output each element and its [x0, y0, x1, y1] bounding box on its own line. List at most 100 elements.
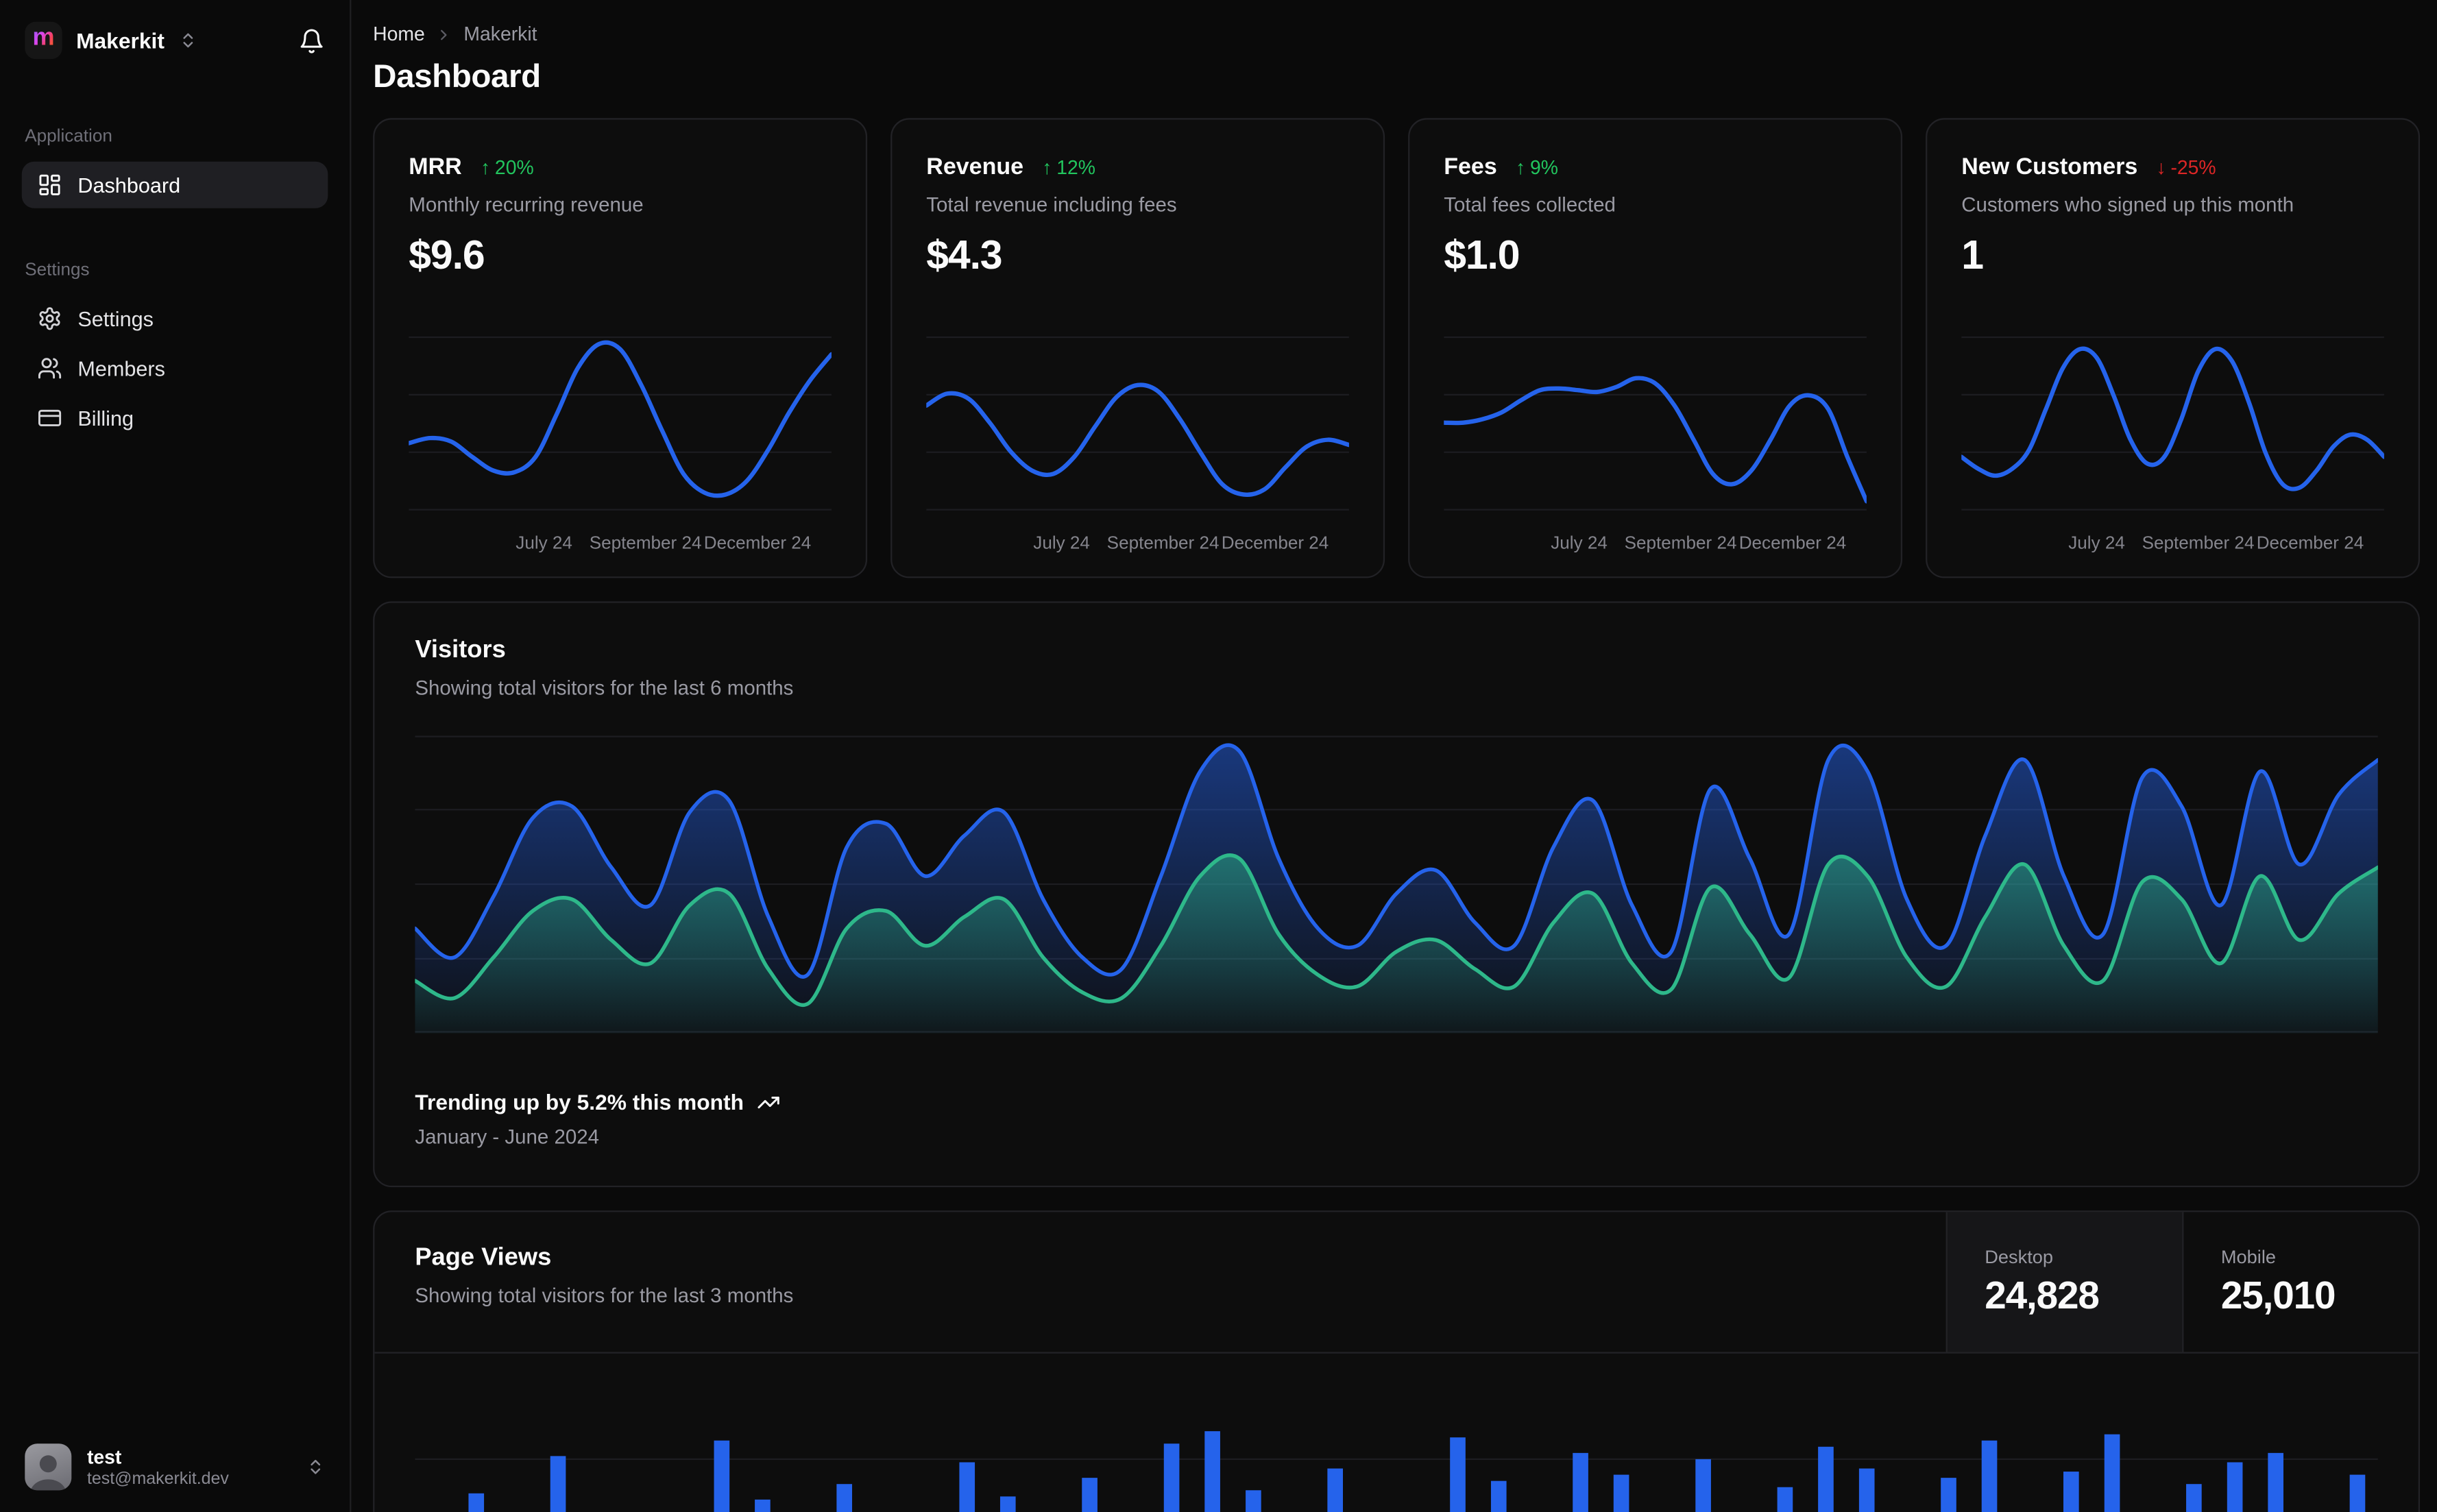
- breadcrumb-home[interactable]: Home: [373, 23, 425, 45]
- metric-value: $4.3: [926, 231, 1002, 278]
- x-tick: July 24: [516, 534, 572, 554]
- trend-up-icon: ↑: [1516, 156, 1526, 178]
- sidebar-item-dashboard[interactable]: Dashboard: [21, 161, 328, 208]
- user-menu[interactable]: test test@makerkit.dev: [25, 1443, 325, 1491]
- chevrons-up-down-icon: [178, 31, 197, 49]
- mobile-value: 25,010: [2220, 1273, 2336, 1317]
- visitors-card: Visitors Showing total visitors for the …: [373, 601, 2421, 1188]
- user-name: test: [86, 1446, 122, 1468]
- sidebar-item-label: Billing: [77, 406, 134, 430]
- x-tick: December 24: [2256, 534, 2364, 554]
- user-meta: test test@makerkit.dev: [87, 1446, 229, 1488]
- x-axis-ticks: July 24 September 24 December 24: [409, 535, 832, 558]
- metric-title: Fees: [1444, 154, 1497, 180]
- breadcrumb-current: Makerkit: [463, 23, 537, 45]
- metric-value: $9.6: [409, 231, 485, 278]
- trend-value: 20%: [494, 156, 534, 178]
- trend-value: 9%: [1529, 156, 1558, 178]
- trend-up-icon: ↑: [1042, 156, 1052, 178]
- page-views-bar-chart: [415, 1354, 2378, 1512]
- trend-badge: ↑ 12%: [1042, 156, 1095, 178]
- trending-up-icon: [756, 1090, 779, 1113]
- trend-badge: ↓ -25%: [2156, 156, 2216, 178]
- x-tick: September 24: [1624, 534, 1737, 554]
- metric-description: Monthly recurring revenue: [409, 193, 644, 217]
- breadcrumb: Home Makerkit: [373, 23, 2420, 45]
- metric-title: MRR: [409, 154, 462, 180]
- dashboard-app: m Makerkit Application Dashboard Setting…: [0, 0, 2437, 1512]
- page-views-subtitle: Showing total visitors for the last 3 mo…: [415, 1283, 794, 1307]
- metric-card-fees: Fees ↑ 9% Total fees collected $1.0 July …: [1408, 118, 1903, 578]
- main-content: Home Makerkit Dashboard MRR ↑ 20% Monthly…: [351, 0, 2437, 1512]
- trend-badge: ↑ 20%: [481, 156, 534, 178]
- metric-value: 1: [1961, 231, 1984, 278]
- x-axis-ticks: July 24 September 24 December 24: [926, 535, 1349, 558]
- notifications-bell-icon[interactable]: [298, 27, 325, 54]
- visitors-title: Visitors: [415, 637, 506, 664]
- visitors-footer: Trending up by 5.2% this month January -…: [415, 1089, 2377, 1148]
- workspace-name: Makerkit: [76, 27, 165, 53]
- trend-badge: ↑ 9%: [1516, 156, 1558, 178]
- sidebar-item-label: Members: [77, 356, 165, 380]
- desktop-value: 24,828: [1985, 1273, 2100, 1317]
- workspace-selector[interactable]: m Makerkit: [25, 21, 325, 60]
- x-tick: September 24: [589, 534, 702, 554]
- revenue-sparkline-chart: [926, 331, 1349, 515]
- x-tick: July 24: [2068, 534, 2125, 554]
- trend-down-icon: ↓: [2156, 156, 2166, 178]
- metric-title: Revenue: [926, 154, 1024, 180]
- sidebar-item-label: Settings: [77, 306, 154, 330]
- sidebar-item-members[interactable]: Members: [22, 345, 328, 391]
- avatar: [25, 1443, 72, 1491]
- metric-value: $1.0: [1444, 231, 1520, 278]
- x-tick: December 24: [1738, 534, 1847, 554]
- metric-description: Customers who signed up this month: [1961, 193, 2294, 217]
- visitors-area-chart: [415, 731, 2378, 1034]
- sidebar: m Makerkit Application Dashboard Setting…: [0, 0, 352, 1512]
- metric-card-revenue: Revenue ↑ 12% Total revenue including fee…: [890, 118, 1385, 578]
- x-tick: December 24: [703, 534, 812, 554]
- sidebar-item-label: Dashboard: [77, 173, 181, 197]
- makerkit-logo: m: [25, 21, 62, 60]
- x-axis-ticks: July 24 September 24 December 24: [1444, 535, 1867, 558]
- sidebar-group-application: Application: [25, 127, 112, 147]
- x-tick: July 24: [1033, 534, 1090, 554]
- metric-cards-row: MRR ↑ 20% Monthly recurring revenue $9.6 …: [373, 118, 2421, 578]
- x-tick: September 24: [1106, 534, 1220, 554]
- sidebar-item-billing[interactable]: Billing: [22, 395, 328, 441]
- page-views-title: Page Views: [415, 1245, 552, 1271]
- metric-card-mrr: MRR ↑ 20% Monthly recurring revenue $9.6 …: [373, 118, 868, 578]
- x-tick: July 24: [1551, 534, 1608, 554]
- new-customers-sparkline-chart: [1961, 331, 2384, 515]
- trend-value: -25%: [2170, 156, 2216, 178]
- trend-value: 12%: [1056, 156, 1095, 178]
- sidebar-group-settings: Settings: [25, 260, 90, 280]
- visitors-subtitle: Showing total visitors for the last 6 mo…: [415, 676, 794, 700]
- chevrons-up-down-icon: [306, 1458, 325, 1476]
- chevron-right-icon: [436, 25, 453, 42]
- page-views-header: Page Views Showing total visitors for th…: [374, 1212, 2418, 1354]
- metric-card-new-customers: New Customers ↓ -25% Customers who signed…: [1926, 118, 2421, 578]
- metric-title: New Customers: [1961, 154, 2138, 180]
- toggle-mobile[interactable]: Mobile 25,010: [2182, 1212, 2418, 1352]
- users-icon: [37, 356, 62, 380]
- x-tick: December 24: [1221, 534, 1329, 554]
- sidebar-item-settings[interactable]: Settings: [22, 295, 328, 342]
- visitors-trend-text: Trending up by 5.2% this month: [415, 1089, 744, 1114]
- user-email: test@makerkit.dev: [86, 1469, 229, 1488]
- desktop-label: Desktop: [1985, 1245, 2054, 1267]
- fees-sparkline-chart: [1444, 331, 1867, 515]
- credit-card-icon: [37, 406, 62, 430]
- toggle-desktop[interactable]: Desktop 24,828: [1945, 1212, 2183, 1352]
- metric-description: Total fees collected: [1444, 193, 1616, 217]
- mobile-label: Mobile: [2220, 1245, 2277, 1267]
- x-axis-ticks: July 24 September 24 December 24: [1961, 535, 2384, 558]
- gear-icon: [37, 306, 62, 331]
- page-title: Dashboard: [373, 59, 541, 95]
- metric-description: Total revenue including fees: [926, 193, 1177, 217]
- visitors-date-range: January - June 2024: [415, 1125, 600, 1149]
- dashboard-icon: [37, 173, 62, 197]
- x-tick: September 24: [2142, 534, 2255, 554]
- mrr-sparkline-chart: [409, 331, 832, 515]
- trend-up-icon: ↑: [480, 156, 491, 178]
